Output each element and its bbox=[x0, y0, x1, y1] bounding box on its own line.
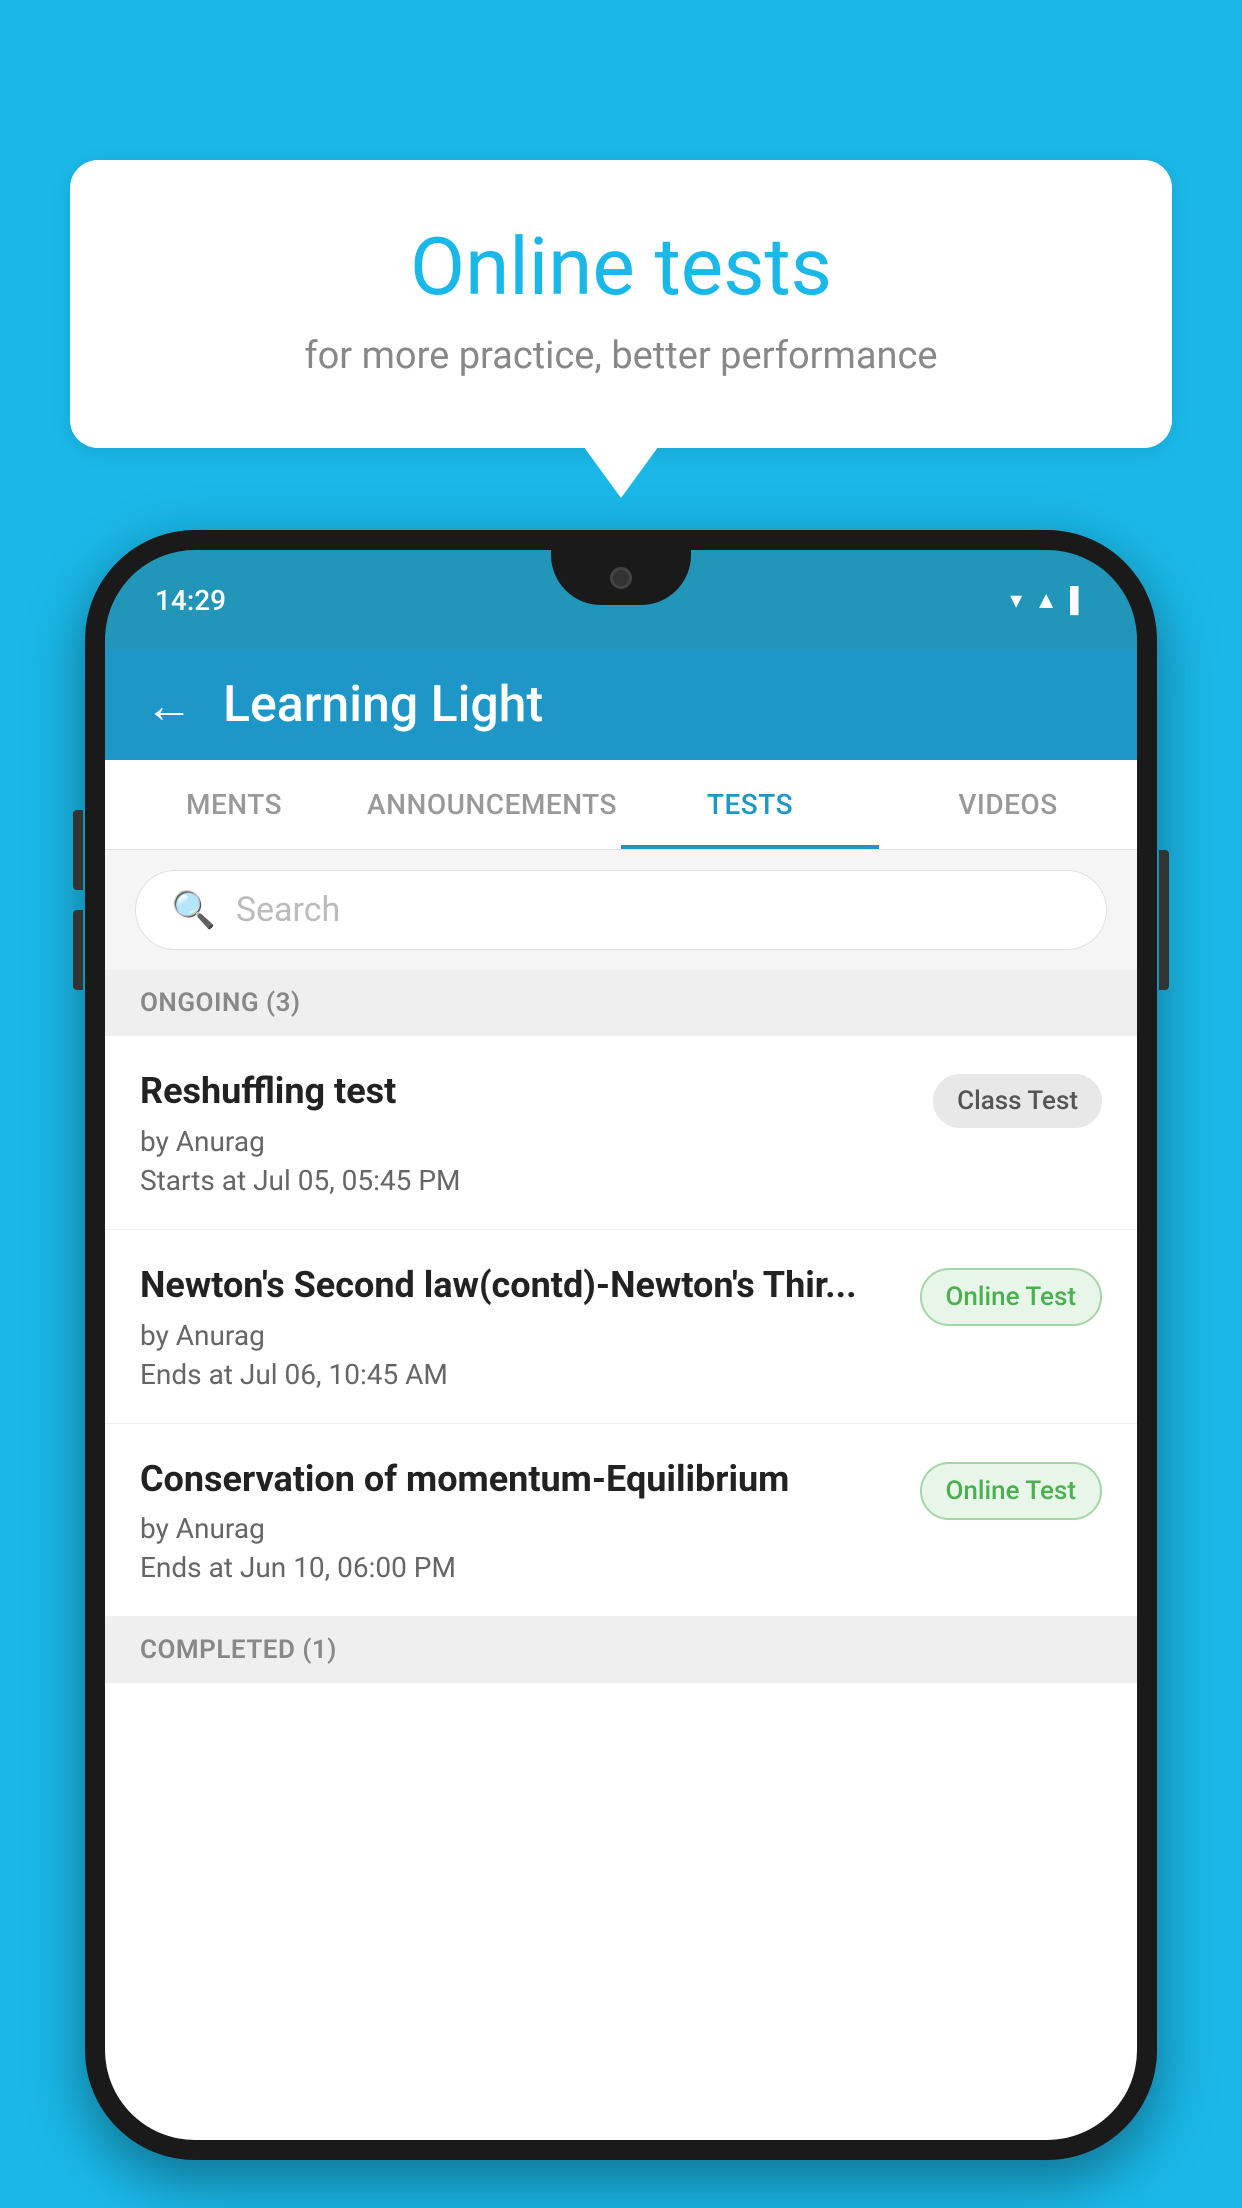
power-button[interactable] bbox=[1159, 850, 1169, 990]
notch bbox=[551, 550, 691, 605]
bubble-title: Online tests bbox=[150, 220, 1092, 314]
search-icon: 🔍 bbox=[171, 889, 216, 931]
badge-class-test-1: Class Test bbox=[933, 1074, 1102, 1128]
ongoing-section-header: ONGOING (3) bbox=[105, 970, 1137, 1036]
app-title: Learning Light bbox=[223, 676, 543, 734]
test-time-3: Ends at Jun 10, 06:00 PM bbox=[140, 1551, 900, 1584]
badge-online-test-3: Online Test bbox=[920, 1462, 1103, 1520]
search-input[interactable]: Search bbox=[236, 890, 340, 930]
tabs-bar: MENTS ANNOUNCEMENTS TESTS VIDEOS bbox=[105, 760, 1137, 850]
test-by-1: by Anurag bbox=[140, 1125, 913, 1158]
test-name-3: Conservation of momentum-Equilibrium bbox=[140, 1456, 900, 1503]
bubble-subtitle: for more practice, better performance bbox=[150, 334, 1092, 378]
status-icons: ▾ ▲ ▌ bbox=[1010, 586, 1087, 615]
list-item[interactable]: Reshuffling test by Anurag Starts at Jul… bbox=[105, 1036, 1137, 1230]
completed-label: COMPLETED (1) bbox=[140, 1635, 337, 1665]
phone-outer: 14:29 ▾ ▲ ▌ ← Learning Light MENTS bbox=[85, 530, 1157, 2160]
status-time: 14:29 bbox=[155, 584, 226, 617]
volume-up-button[interactable] bbox=[73, 810, 83, 890]
test-name-1: Reshuffling test bbox=[140, 1068, 913, 1115]
test-info-2: Newton's Second law(contd)-Newton's Thir… bbox=[140, 1262, 900, 1391]
completed-section-header: COMPLETED (1) bbox=[105, 1617, 1137, 1683]
list-item[interactable]: Newton's Second law(contd)-Newton's Thir… bbox=[105, 1230, 1137, 1424]
tab-videos[interactable]: VIDEOS bbox=[879, 760, 1137, 849]
badge-online-test-2: Online Test bbox=[920, 1268, 1103, 1326]
app-screen: ← Learning Light MENTS ANNOUNCEMENTS TES… bbox=[105, 650, 1137, 2140]
tab-tests[interactable]: TESTS bbox=[621, 760, 879, 849]
test-info-3: Conservation of momentum-Equilibrium by … bbox=[140, 1456, 900, 1585]
phone-wrapper: 14:29 ▾ ▲ ▌ ← Learning Light MENTS bbox=[85, 530, 1157, 2208]
test-list: Reshuffling test by Anurag Starts at Jul… bbox=[105, 1036, 1137, 1617]
test-info-1: Reshuffling test by Anurag Starts at Jul… bbox=[140, 1068, 913, 1197]
list-item[interactable]: Conservation of momentum-Equilibrium by … bbox=[105, 1424, 1137, 1618]
speech-bubble: Online tests for more practice, better p… bbox=[70, 160, 1172, 448]
status-bar: 14:29 ▾ ▲ ▌ bbox=[105, 550, 1137, 650]
ongoing-label: ONGOING (3) bbox=[140, 988, 301, 1018]
search-container: 🔍 Search bbox=[105, 850, 1137, 970]
tab-announcements[interactable]: ANNOUNCEMENTS bbox=[363, 760, 621, 849]
tab-ments[interactable]: MENTS bbox=[105, 760, 363, 849]
wifi-icon: ▾ bbox=[1010, 586, 1022, 614]
test-by-2: by Anurag bbox=[140, 1319, 900, 1352]
camera bbox=[610, 567, 632, 589]
test-time-2: Ends at Jul 06, 10:45 AM bbox=[140, 1358, 900, 1391]
app-topbar: ← Learning Light bbox=[105, 650, 1137, 760]
test-by-3: by Anurag bbox=[140, 1512, 900, 1545]
test-time-1: Starts at Jul 05, 05:45 PM bbox=[140, 1164, 913, 1197]
back-button[interactable]: ← bbox=[145, 677, 193, 734]
volume-down-button[interactable] bbox=[73, 910, 83, 990]
signal-icon: ▲ bbox=[1034, 586, 1058, 615]
test-name-2: Newton's Second law(contd)-Newton's Thir… bbox=[140, 1262, 900, 1309]
battery-icon: ▌ bbox=[1070, 586, 1087, 615]
search-input-wrapper[interactable]: 🔍 Search bbox=[135, 870, 1107, 950]
